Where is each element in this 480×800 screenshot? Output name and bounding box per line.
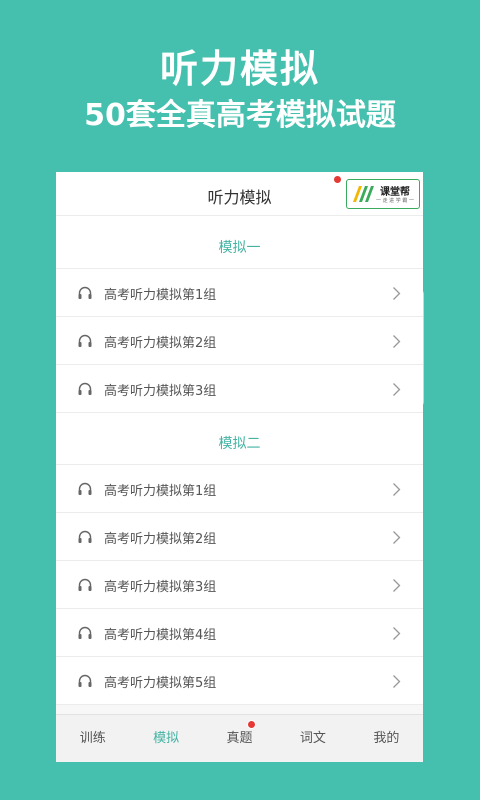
- chevron-right-icon: [392, 382, 401, 401]
- phone-screen: 听力模拟 课堂帮 一 走 进 学 霸 一 模拟一高考听力模拟第1组 高考听力模拟第…: [56, 172, 423, 762]
- list-item-label: 高考听力模拟第1组: [104, 484, 217, 499]
- tab-2[interactable]: 真题: [203, 715, 276, 762]
- chevron-right-icon: [392, 674, 401, 693]
- list-item[interactable]: 高考听力模拟第5组: [56, 657, 423, 705]
- tab-label: 我的: [373, 731, 400, 746]
- headphones-icon: [77, 577, 93, 597]
- logo-subtext: 一 走 进 学 霸 一: [376, 198, 414, 204]
- logo-text: 课堂帮: [380, 187, 410, 198]
- list-item-label: 高考听力模拟第2组: [104, 336, 217, 351]
- list-item[interactable]: 高考听力模拟第2组: [56, 513, 423, 561]
- headphones-icon: [77, 285, 93, 305]
- tab-label: 模拟: [153, 731, 180, 746]
- list-item-label: 高考听力模拟第5组: [104, 676, 217, 691]
- promo-title: 听力模拟: [159, 47, 320, 91]
- tab-4[interactable]: 我的: [350, 715, 423, 762]
- headphones-icon: [77, 625, 93, 645]
- list-item[interactable]: 高考听力模拟第4组: [56, 609, 423, 657]
- headphones-icon: [77, 381, 93, 401]
- headphones-icon: [77, 333, 93, 353]
- list-item[interactable]: 高考听力模拟第1组: [56, 269, 423, 317]
- lesson-list: 模拟一 高考听力模拟第1组 高考听力模拟第2组 高考听力模拟第3组 模拟二 高考听力模拟第…: [56, 217, 423, 715]
- promo-subtitle: 50套全真高考模拟试题: [84, 98, 396, 133]
- chevron-right-icon: [392, 286, 401, 305]
- headphones-icon: [77, 481, 93, 501]
- chevron-right-icon: [392, 578, 401, 597]
- list-item-label: 高考听力模拟第4组: [104, 628, 217, 643]
- tab-label: 词文: [299, 731, 326, 746]
- list-item-label: 高考听力模拟第2组: [104, 532, 217, 547]
- list-item-label: 高考听力模拟第3组: [104, 384, 217, 399]
- list-item[interactable]: 高考听力模拟第1组: [56, 465, 423, 513]
- tab-label: 真题: [226, 731, 253, 746]
- tab-0[interactable]: 训练: [56, 715, 129, 762]
- notification-dot: [333, 175, 342, 184]
- list-item[interactable]: 高考听力模拟第3组: [56, 365, 423, 413]
- bottom-tab-bar: 训练 模拟 真题 词文 我的: [56, 714, 423, 762]
- chevron-right-icon: [392, 482, 401, 501]
- tab-3[interactable]: 词文: [276, 715, 349, 762]
- app-header: 听力模拟 课堂帮 一 走 进 学 霸 一: [56, 172, 423, 216]
- list-item-label: 高考听力模拟第3组: [104, 580, 217, 595]
- brand-logo[interactable]: 课堂帮 一 走 进 学 霸 一: [346, 179, 420, 209]
- tab-badge-dot: [246, 720, 256, 729]
- logo-mark-icon: [353, 186, 374, 202]
- chevron-right-icon: [392, 626, 401, 645]
- tab-label: 训练: [79, 731, 106, 746]
- headphones-icon: [77, 529, 93, 549]
- chevron-right-icon: [392, 334, 401, 353]
- chevron-right-icon: [392, 530, 401, 549]
- list-item-label: 高考听力模拟第1组: [104, 288, 217, 303]
- section-header: 模拟一: [56, 217, 423, 269]
- list-item[interactable]: 高考听力模拟第2组: [56, 317, 423, 365]
- headphones-icon: [77, 673, 93, 693]
- section-header: 模拟二: [56, 413, 423, 465]
- list-item[interactable]: 高考听力模拟第3组: [56, 561, 423, 609]
- tab-1[interactable]: 模拟: [129, 715, 202, 762]
